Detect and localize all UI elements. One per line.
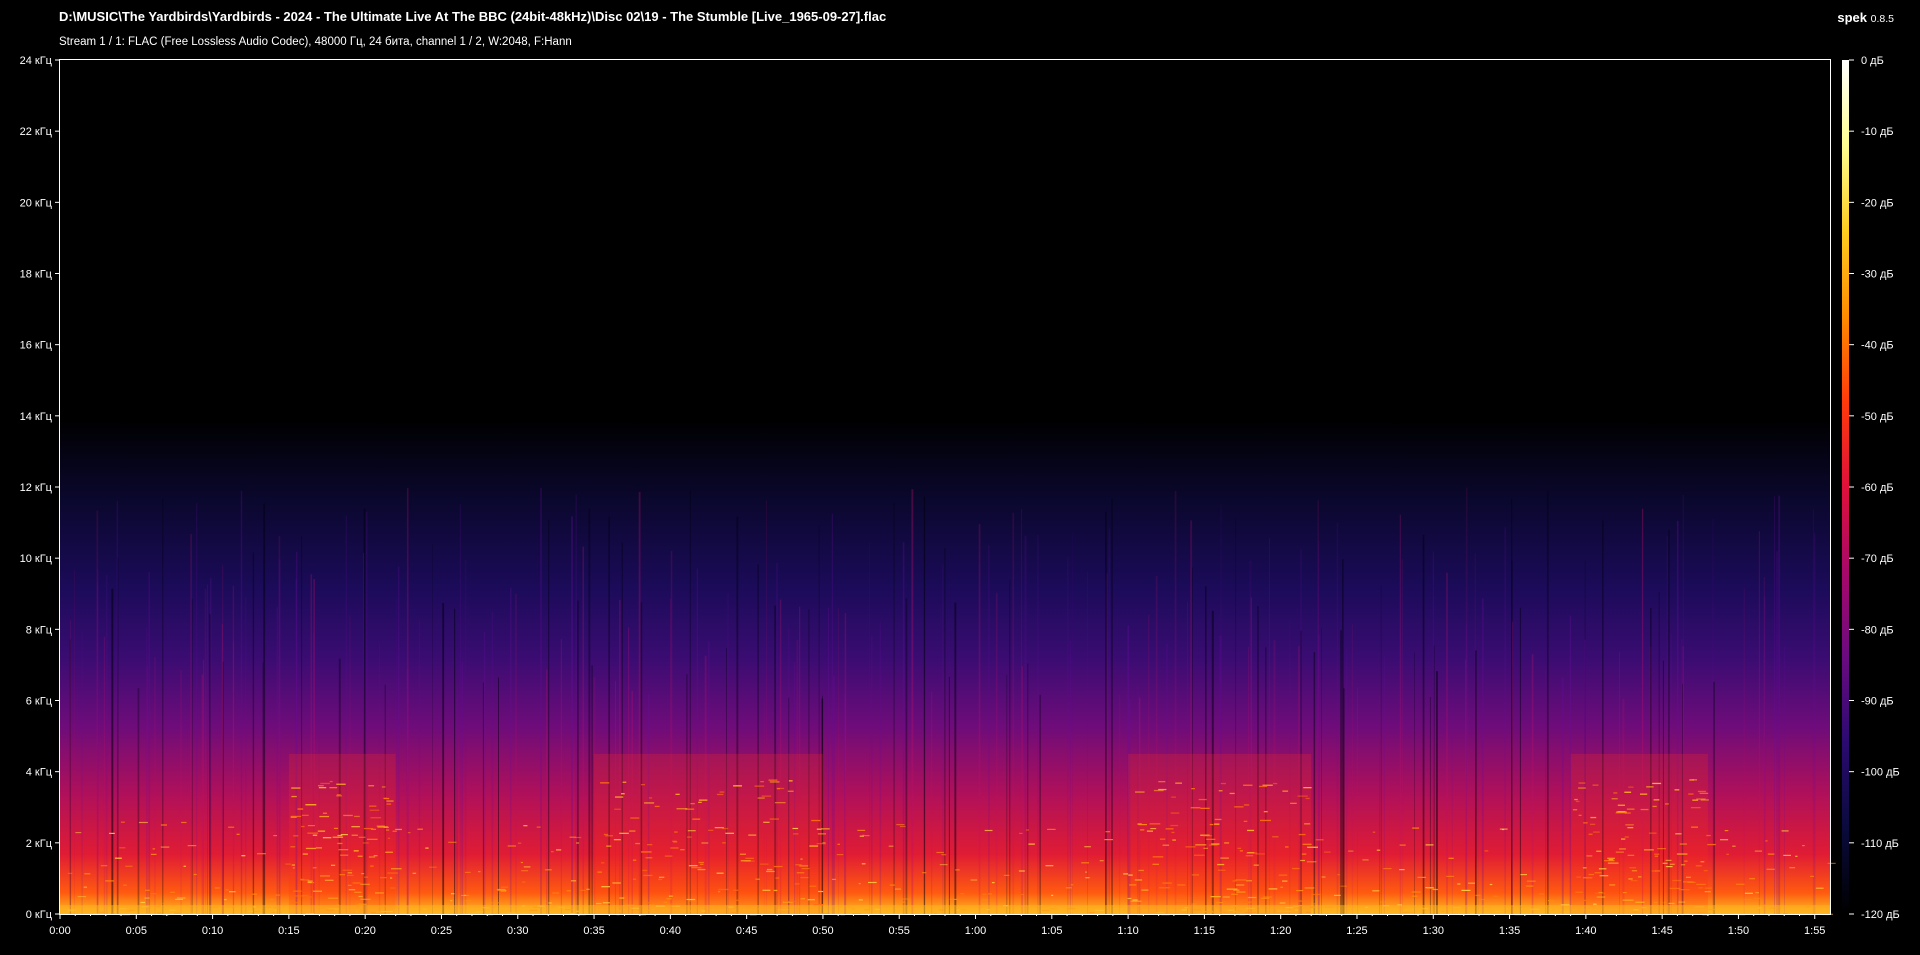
x-tick-label: 0:20: [354, 925, 375, 937]
x-tick-label: 0:35: [583, 925, 604, 937]
x-tick-label: 0:05: [126, 925, 147, 937]
y-tick-label: 14 кГц: [20, 411, 53, 423]
x-tick-label: 1:45: [1651, 925, 1672, 937]
x-tick-label: 1:35: [1499, 925, 1520, 937]
y-tick-label: 24 кГц: [20, 55, 53, 67]
y-tick-label: 18 кГц: [20, 269, 53, 281]
x-tick-label: 1:00: [965, 925, 986, 937]
colorbar-tick-label: -100 дБ: [1861, 767, 1900, 779]
colorbar-tick-label: -20 дБ: [1861, 197, 1894, 209]
colorbar-tick-label: -50 дБ: [1861, 411, 1894, 423]
colorbar-tick-label: 0 дБ: [1861, 55, 1884, 67]
x-tick-label: 0:45: [736, 925, 757, 937]
colorbar-tick-label: -10 дБ: [1861, 126, 1894, 138]
colorbar-tick-label: -80 дБ: [1861, 624, 1894, 636]
x-tick-label: 1:05: [1041, 925, 1062, 937]
x-tick-label: 1:30: [1423, 925, 1444, 937]
x-tick-label: 1:55: [1804, 925, 1825, 937]
y-tick-label: 16 кГц: [20, 340, 53, 352]
x-tick-label: 0:55: [889, 925, 910, 937]
y-tick-label: 0 кГц: [26, 909, 53, 921]
colorbar-tick-label: -60 дБ: [1861, 482, 1894, 494]
x-tick-label: 1:15: [1194, 925, 1215, 937]
y-tick-label: 6 кГц: [26, 696, 53, 708]
x-tick-label: 1:10: [1117, 925, 1138, 937]
spectrogram-chart: 0 кГц 2 кГц 4 кГц 6 кГц 8 кГц 10 кГц 12 кГц 14 …: [20, 55, 1900, 937]
x-tick-label: 0:50: [812, 925, 833, 937]
y-tick-label: 12 кГц: [20, 482, 53, 494]
colorbar-axis: 0 дБ -10 дБ -20 дБ -30 дБ -40 дБ -50 дБ -60 дБ…: [1849, 55, 1900, 921]
spectrogram-heatmap: [60, 60, 1836, 916]
colorbar: [1842, 60, 1849, 914]
y-tick-label: 10 кГц: [20, 553, 53, 565]
x-tick-label: 0:25: [431, 925, 452, 937]
x-tick-label: 1:40: [1575, 925, 1596, 937]
x-tick-label: 0:40: [660, 925, 681, 937]
y-tick-label: 4 кГц: [26, 767, 53, 779]
x-tick-label: 0:30: [507, 925, 528, 937]
colorbar-tick-label: -30 дБ: [1861, 269, 1894, 281]
x-tick-label: 0:10: [202, 925, 223, 937]
colorbar-tick-label: -90 дБ: [1861, 696, 1894, 708]
frequency-axis: 0 кГц 2 кГц 4 кГц 6 кГц 8 кГц 10 кГц 12 кГц 14 …: [20, 55, 60, 921]
y-tick-label: 22 кГц: [20, 126, 53, 138]
x-tick-label: 1:25: [1346, 925, 1367, 937]
time-axis: 0:00 0:05 0:10 0:15 0:20 0:25 0:30 0:35 0:40 0:45…: [49, 914, 1825, 937]
colorbar-tick-label: -70 дБ: [1861, 553, 1894, 565]
y-tick-label: 8 кГц: [26, 624, 53, 636]
x-tick-label: 1:20: [1270, 925, 1291, 937]
x-tick-label: 0:00: [49, 925, 70, 937]
colorbar-tick-label: -110 дБ: [1861, 838, 1899, 850]
x-tick-label: 0:15: [278, 925, 299, 937]
colorbar-tick-label: -120 дБ: [1861, 909, 1900, 921]
y-tick-label: 2 кГц: [26, 838, 53, 850]
x-tick-label: 1:50: [1728, 925, 1749, 937]
colorbar-tick-label: -40 дБ: [1861, 340, 1894, 352]
y-tick-label: 20 кГц: [20, 197, 53, 209]
